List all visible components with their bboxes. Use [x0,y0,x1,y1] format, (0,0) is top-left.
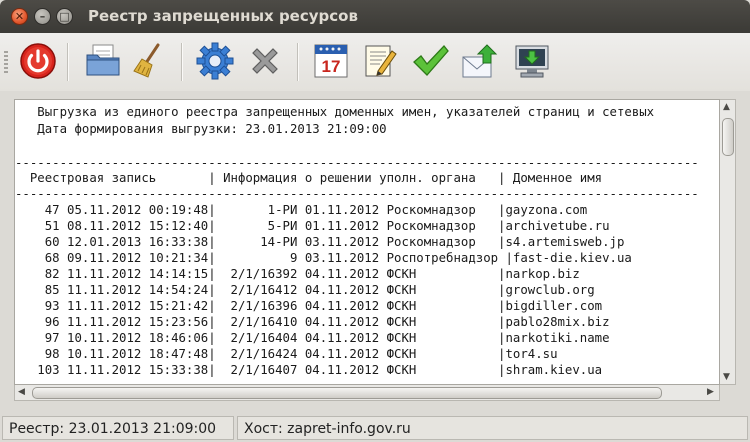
separator-line: ----------------------------------------… [15,156,699,170]
status-bar: Реестр: 23.01.2013 21:09:00 Хост: zapret… [0,414,750,442]
power-icon [20,43,56,79]
monitor-download-icon [515,45,549,78]
scroll-right-arrow-icon[interactable]: ▶ [707,387,714,397]
table-row: 47 05.11.2012 00:19:48| 1-РИ 01.11.2012 … [15,203,588,217]
calendar-button[interactable]: 17 [311,41,351,81]
table-row: 82 11.11.2012 14:14:15| 2/1/16392 04.11.… [15,267,580,281]
table-row: 51 08.11.2012 15:12:40| 5-РИ 01.11.2012 … [15,219,610,233]
table-row: 103 11.11.2012 15:33:38| 2/1/16407 04.11… [15,363,603,377]
toolbar-separator [67,43,69,81]
window-minimize-button[interactable]: – [34,8,51,25]
status-registry-date: Реестр: 23.01.2013 21:09:00 [2,416,234,440]
confirm-button[interactable] [410,41,450,81]
table-row: 85 11.11.2012 14:54:24| 2/1/16412 04.11.… [15,283,595,297]
window-close-button[interactable]: ✕ [11,8,28,25]
scroll-left-arrow-icon[interactable]: ◀ [18,387,25,397]
power-button[interactable] [18,41,58,81]
mail-up-icon [462,44,498,78]
close-x-icon [252,48,278,74]
settings-button[interactable] [195,41,235,81]
horizontal-scrollbar[interactable]: ◀ ▶ [14,385,720,401]
checkmark-icon [413,45,449,76]
calendar-icon: 17 [314,44,348,78]
gear-icon [196,42,234,80]
report-text-area[interactable]: Выгрузка из единого реестра запрещенных … [14,99,720,385]
edit-document-icon [365,45,397,77]
calendar-day-text: 17 [322,57,341,76]
vertical-scrollbar[interactable]: ▲ ▼ [720,99,736,385]
send-mail-button[interactable] [460,41,500,81]
scroll-down-arrow-icon[interactable]: ▼ [723,372,730,382]
separator-line: ----------------------------------------… [15,187,699,201]
edit-button[interactable] [360,41,400,81]
toolbar-grip[interactable] [4,51,8,73]
toolbar-separator [181,43,183,81]
table-row: 97 10.11.2012 18:46:06| 2/1/16404 04.11.… [15,331,610,345]
report-date-line: Дата формирования выгрузки: 23.01.2013 2… [15,122,387,136]
report-header-line: Выгрузка из единого реестра запрещенных … [15,105,655,119]
download-button[interactable] [512,41,552,81]
table-row: 98 10.11.2012 18:47:48| 2/1/16424 04.11.… [15,347,558,361]
scroll-up-arrow-icon[interactable]: ▲ [723,102,730,112]
title-bar: ✕ – □ Реестр запрещенных ресурсов [0,0,750,33]
vertical-scroll-thumb[interactable] [722,118,734,156]
broom-icon [133,43,160,78]
horizontal-scroll-thumb[interactable] [32,387,662,399]
table-row: 93 11.11.2012 15:21:42| 2/1/16396 04.11.… [15,299,603,313]
window-maximize-button[interactable]: □ [56,8,73,25]
open-button[interactable] [83,41,123,81]
delete-button[interactable] [245,41,285,81]
status-host: Хост: zapret-info.gov.ru [237,416,748,440]
toolbar: 17 [0,33,750,91]
window-title: Реестр запрещенных ресурсов [88,7,358,25]
table-row: 96 11.11.2012 15:23:56| 2/1/16410 04.11.… [15,315,610,329]
clear-button[interactable] [128,41,168,81]
table-row: 68 09.11.2012 10:21:34| 9 03.11.2012 Рос… [15,251,632,265]
toolbar-separator [297,43,299,81]
table-row: 60 12.01.2013 16:33:38| 14-РИ 03.11.2012… [15,235,625,249]
column-header: Реестровая запись | Информация о решении… [15,171,603,185]
folder-icon [86,44,120,76]
